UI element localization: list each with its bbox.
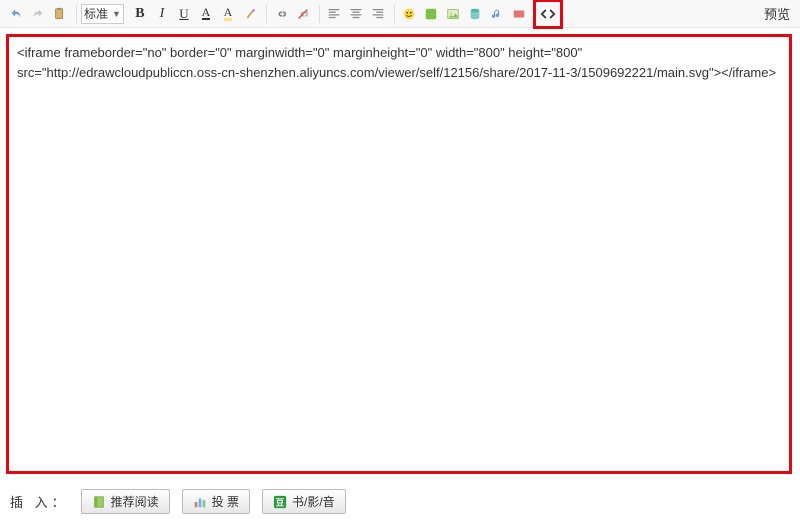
underline-button[interactable]: U [174,4,194,24]
insert-vote-button[interactable]: 投 票 [182,489,250,514]
clearformat-icon[interactable] [240,4,260,24]
paste-icon[interactable] [50,4,70,24]
emoji-icon[interactable] [399,4,419,24]
align-right-icon[interactable] [368,4,388,24]
insert-vote-label: 投 票 [212,493,239,510]
book-icon [92,495,106,509]
douban-icon: 豆 [273,495,287,509]
align-center-icon[interactable] [346,4,366,24]
undo-icon[interactable] [6,4,26,24]
bottom-bar: 插 入： 推荐阅读 投 票 豆 书/影/音 [0,483,800,520]
toolbar: 标准 ▼ B I U A A 预览 [0,0,800,28]
style-select-label: 标准 [84,5,108,22]
redo-icon[interactable] [28,4,48,24]
chart-icon [193,495,207,509]
separator [76,5,77,23]
italic-button[interactable]: I [152,4,172,24]
insert-media-button[interactable]: 豆 书/影/音 [262,489,346,514]
link-icon[interactable] [271,4,291,24]
align-left-icon[interactable] [324,4,344,24]
code-icon[interactable] [538,4,558,24]
insert-recommend-button[interactable]: 推荐阅读 [81,489,170,514]
chevron-down-icon: ▼ [112,9,121,19]
insert-recommend-label: 推荐阅读 [111,493,159,510]
preview-link[interactable]: 预览 [764,4,790,23]
fontcolor-button[interactable]: A [196,4,216,24]
bgcolor-button[interactable]: A [218,4,238,24]
source-code-textarea[interactable] [6,34,792,474]
database-icon[interactable] [465,4,485,24]
image-icon[interactable] [443,4,463,24]
green-block-icon[interactable] [421,4,441,24]
bold-button[interactable]: B [130,4,150,24]
editor-area [0,28,800,483]
insert-media-label: 书/影/音 [292,493,335,510]
separator [319,5,320,23]
style-select[interactable]: 标准 ▼ [81,4,124,24]
svg-text:豆: 豆 [276,497,285,507]
code-button-highlight [533,0,563,29]
music-icon[interactable] [487,4,507,24]
separator [394,5,395,23]
insert-label: 插 入： [10,492,69,511]
separator [266,5,267,23]
red-flag-icon[interactable] [509,4,529,24]
unlink-icon[interactable] [293,4,313,24]
